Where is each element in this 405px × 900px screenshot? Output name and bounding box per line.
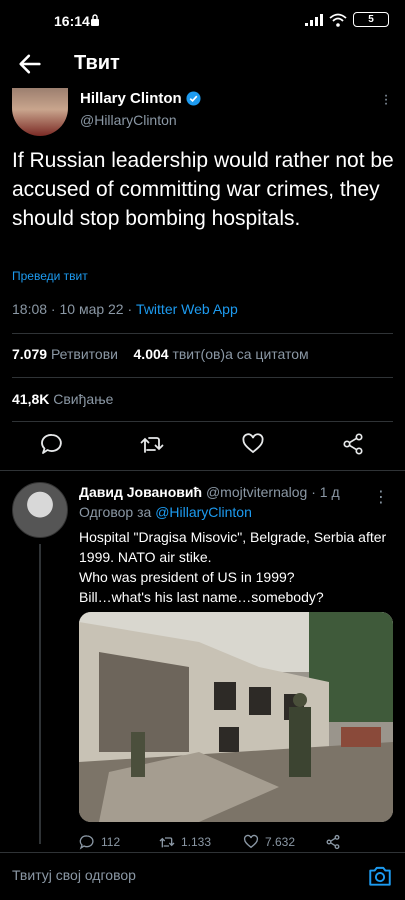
more-options-icon[interactable]: · · · [383, 88, 389, 112]
author-name-text: Hillary Clinton [80, 90, 182, 107]
reply-icon[interactable] [40, 432, 64, 456]
like-count: 7.632 [265, 835, 296, 849]
thread-line [39, 544, 41, 844]
divider [12, 421, 393, 422]
tweet-actions [0, 432, 405, 462]
back-arrow-icon[interactable] [16, 50, 44, 78]
author-name[interactable]: Hillary Clinton [80, 90, 201, 107]
lock-icon [91, 14, 99, 26]
reply-line: Hospital "Dragisa Misovic", Belgrade, Se… [79, 529, 387, 565]
share-icon[interactable] [341, 432, 365, 456]
reply-line: Bill…what's his last name…somebody? [79, 589, 324, 605]
replying-to: Одговор за @HillaryClinton [79, 504, 252, 520]
reply-photo[interactable] [79, 612, 393, 822]
author-avatar[interactable] [12, 88, 68, 136]
tweet-timestamp: 18:08 · 10 мар 22 · [12, 301, 137, 317]
page-title: Твит [74, 52, 120, 74]
author-handle[interactable]: @HillaryClinton [80, 112, 177, 128]
reply-more-options-icon[interactable]: ⋮ [373, 487, 389, 507]
likes-stats[interactable]: 41,8K Свиђање [12, 391, 113, 407]
tweet-text: If Russian leadership would rather not b… [12, 149, 394, 230]
replying-to-handle[interactable]: @HillaryClinton [155, 504, 252, 520]
divider [12, 377, 393, 378]
reply-actions: 112 1.133 7.632 [79, 834, 395, 852]
likes-label: Свиђање [53, 391, 114, 407]
verified-badge-icon [186, 91, 201, 106]
retweets-label: Ретвитови [50, 346, 118, 362]
wifi-icon [329, 13, 347, 27]
share-icon [326, 834, 340, 850]
retweet-quote-stats[interactable]: 7.079 Ретвитови 4.004 твит(ов)а са цитат… [12, 346, 309, 362]
reply-retweet-action[interactable]: 1.133 [159, 834, 211, 850]
likes-count: 41,8K [12, 391, 50, 407]
retweet-icon[interactable] [140, 432, 164, 456]
tweet-meta: 18:08 · 10 мар 22 · Twitter Web App [12, 301, 238, 317]
status-time: 16:14 [54, 13, 90, 29]
retweets-count: 7.079 [12, 346, 48, 362]
translate-link[interactable]: Преведи твит [12, 269, 88, 283]
reply-count: 112 [101, 835, 121, 849]
tweet-source[interactable]: Twitter Web App [136, 301, 238, 317]
reply-reply-action[interactable]: 112 [79, 834, 120, 850]
like-heart-icon[interactable] [241, 432, 265, 456]
signal-icon [305, 13, 323, 26]
divider [12, 333, 393, 334]
battery-icon: 5 [353, 12, 389, 27]
reply-text: Hospital "Dragisa Misovic", Belgrade, Se… [79, 527, 397, 607]
reply-line: Who was president of US in 1999? [79, 569, 295, 585]
retweet-count: 1.133 [181, 835, 212, 849]
divider [0, 470, 405, 471]
reply-input[interactable]: Твитуј свој одговор [12, 867, 136, 883]
reply-header: Давид Јовановић @mojtviternalog · 1 д [79, 484, 340, 500]
reply-icon [79, 835, 94, 850]
reply-author-handle[interactable]: @mojtviternalog [206, 484, 307, 500]
reply-age: · 1 д [311, 484, 340, 500]
destroyed-building-photo [79, 612, 393, 822]
reply-like-action[interactable]: 7.632 [243, 834, 295, 850]
quotes-label: твит(ов)а са цитатом [172, 346, 309, 362]
retweet-icon [159, 837, 175, 848]
top-header: Твит [0, 40, 405, 86]
reply-author-avatar[interactable] [12, 482, 68, 538]
reply-share-action[interactable] [325, 834, 341, 850]
status-bar: 16:14 5 [0, 0, 405, 40]
reply-author-name[interactable]: Давид Јовановић [79, 484, 202, 500]
replying-to-label: Одговор за [79, 504, 152, 520]
compose-bar: Твитуј свој одговор [0, 852, 405, 900]
like-heart-icon [243, 834, 259, 849]
quotes-count: 4.004 [133, 346, 169, 362]
camera-icon[interactable] [367, 863, 393, 889]
